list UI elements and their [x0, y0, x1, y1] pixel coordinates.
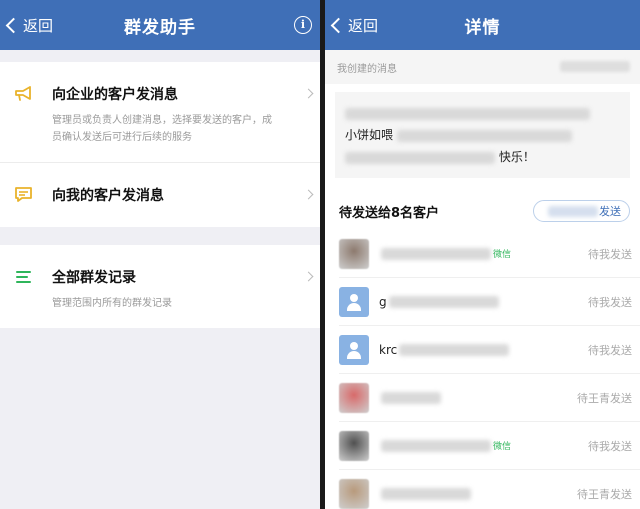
- avatar: [339, 286, 369, 317]
- back-button[interactable]: 返回: [4, 0, 53, 50]
- details-screen: 返回 详情 我创建的消息 小饼如喂 快乐！ 待发送给8名客户 发送 微信 待我发送…: [325, 0, 640, 509]
- avatar: [339, 382, 369, 413]
- customer-name: krc: [379, 342, 510, 357]
- person-icon: [345, 293, 363, 311]
- person-icon: [345, 341, 363, 359]
- message-line: 快乐！: [498, 150, 535, 164]
- avatar: [339, 238, 369, 269]
- pending-header: 待发送给8名客户 发送: [325, 186, 640, 230]
- send-to-enterprise-customers-item[interactable]: 向企业的客户发消息 管理员或负责人创建消息，选择要发送的客户，成员确认发送后可进…: [0, 62, 320, 163]
- customer-row[interactable]: 微信 待我发送: [339, 230, 640, 278]
- customer-row[interactable]: g 待我发送: [339, 278, 640, 326]
- customer-name: [379, 487, 471, 500]
- chevron-right-icon: [303, 189, 314, 200]
- customer-name: [379, 391, 441, 404]
- redacted-text: [399, 343, 510, 356]
- megaphone-icon: [14, 85, 34, 107]
- wechat-tag: 微信: [493, 442, 512, 452]
- customer-row[interactable]: krc 待我发送: [339, 326, 640, 374]
- customer-name: 微信: [379, 439, 511, 452]
- send-button[interactable]: 发送: [533, 200, 630, 222]
- message-content: 小饼如喂 快乐！: [335, 92, 630, 178]
- avatar: [339, 430, 369, 461]
- avatar: [339, 334, 369, 365]
- redacted-text: [345, 151, 495, 164]
- nav-bar: 返回 群发助手 i: [0, 0, 320, 50]
- customer-row[interactable]: 待王青发送: [339, 470, 640, 509]
- customer-list: 微信 待我发送 g 待我发送 krc 待我发送 待王青发送 微信 待我发送 待王青发送: [325, 230, 640, 509]
- back-button[interactable]: 返回: [329, 0, 378, 50]
- send-to-my-customers-item[interactable]: 向我的客户发消息: [0, 163, 320, 227]
- item-description: 管理范围内所有的群发记录: [52, 298, 172, 309]
- customer-row[interactable]: 微信 待我发送: [339, 422, 640, 470]
- redacted-text: [381, 487, 471, 500]
- item-title: 向企业的客户发消息: [52, 87, 178, 103]
- pending-count-title: 待发送给8名客户: [339, 205, 440, 221]
- section-label: 我创建的消息: [337, 63, 397, 75]
- item-title: 全部群发记录: [52, 270, 136, 286]
- redacted-text: [388, 295, 499, 308]
- redacted-text: [381, 439, 491, 452]
- customer-name-text: g: [379, 294, 387, 309]
- chevron-right-icon: [303, 88, 314, 99]
- chevron-left-icon: [330, 17, 347, 33]
- message-icon: [14, 186, 34, 208]
- redacted-text: [396, 129, 572, 142]
- list-icon: [14, 268, 34, 290]
- wechat-tag: 微信: [493, 250, 512, 260]
- message-line: 小饼如喂: [345, 128, 394, 142]
- send-status: 待我发送: [588, 439, 632, 453]
- all-group-send-records-item[interactable]: 全部群发记录 管理范围内所有的群发记录: [0, 245, 320, 328]
- redacted-text: [345, 107, 590, 120]
- message-section-header: 我创建的消息: [325, 50, 640, 84]
- redacted-text: [381, 247, 491, 260]
- send-status: 待我发送: [588, 247, 632, 261]
- send-status: 待我发送: [588, 343, 632, 357]
- send-status: 待王青发送: [577, 487, 632, 501]
- nav-bar: 返回 详情: [325, 0, 640, 50]
- back-label: 返回: [348, 16, 379, 35]
- customer-row[interactable]: 待王青发送: [339, 374, 640, 422]
- redacted-text: [560, 61, 630, 72]
- records-card: 全部群发记录 管理范围内所有的群发记录: [0, 245, 320, 328]
- customer-name: 微信: [379, 247, 511, 260]
- redacted-text: [548, 206, 598, 217]
- page-title: 详情: [464, 17, 501, 38]
- info-icon[interactable]: i: [294, 16, 312, 34]
- customer-name: g: [379, 295, 499, 309]
- chevron-right-icon: [303, 271, 314, 282]
- page-title: 群发助手: [124, 17, 196, 38]
- customer-name-text: krc: [379, 342, 398, 357]
- item-description: 管理员或负责人创建消息，选择要发送的客户，成员确认发送后可进行后续的服务: [52, 115, 272, 143]
- redacted-text: [381, 391, 441, 404]
- send-status: 待王青发送: [577, 391, 632, 405]
- chevron-left-icon: [5, 17, 22, 33]
- group-send-assistant-screen: 返回 群发助手 i 向企业的客户发消息 管理员或负责人创建消息，选择要发送的客户…: [0, 0, 320, 509]
- item-title: 向我的客户发消息: [52, 188, 164, 204]
- send-label: 发送: [599, 205, 621, 218]
- send-status: 待我发送: [588, 295, 632, 309]
- avatar: [339, 478, 369, 509]
- back-label: 返回: [23, 16, 54, 35]
- send-options-card: 向企业的客户发消息 管理员或负责人创建消息，选择要发送的客户，成员确认发送后可进…: [0, 62, 320, 227]
